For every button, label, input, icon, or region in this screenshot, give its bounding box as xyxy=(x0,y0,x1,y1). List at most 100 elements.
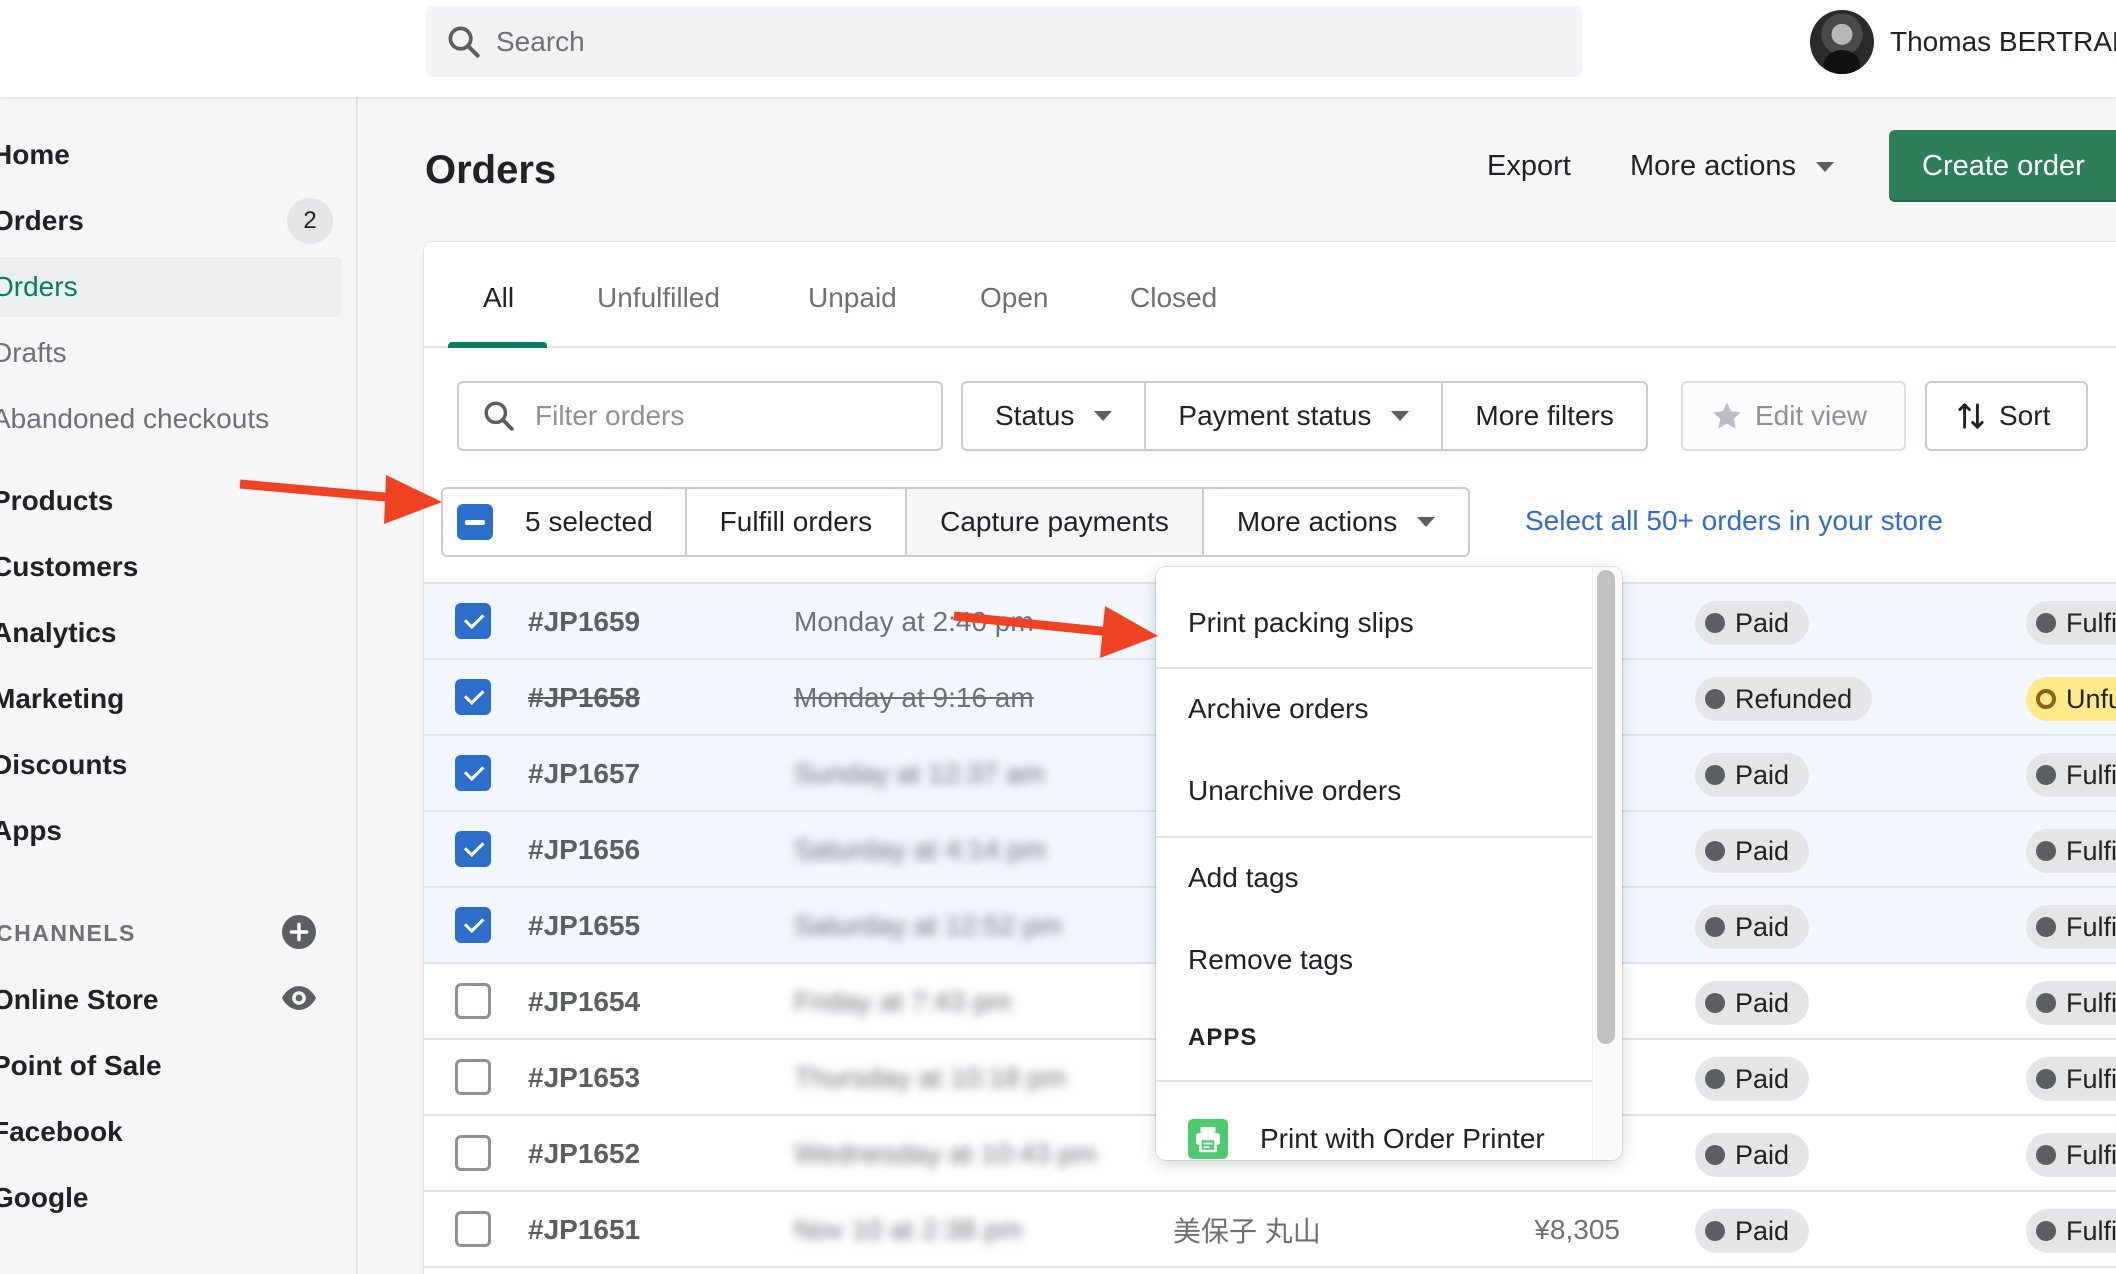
order-number[interactable]: #JP1658 xyxy=(528,660,640,736)
top-bar: Search Thomas BERTRAND xyxy=(0,0,2116,97)
order-number[interactable]: #JP1652 xyxy=(528,1116,640,1192)
global-search-input[interactable]: Search xyxy=(426,6,1582,77)
row-checkbox[interactable] xyxy=(455,831,491,867)
menu-item-label: Print with Order Printer xyxy=(1260,1123,1545,1154)
user-avatar[interactable] xyxy=(1810,10,1874,74)
menu-item-print-packing-slips[interactable]: Print packing slips xyxy=(1156,583,1592,663)
menu-item-print-with-order-printer[interactable]: Print with Order Printer xyxy=(1156,1099,1592,1160)
payment-status-badge: Paid xyxy=(1695,829,1810,873)
order-number[interactable]: #JP1656 xyxy=(528,812,640,888)
status-dot-icon xyxy=(1705,613,1725,633)
edit-view-button[interactable]: Edit view xyxy=(1681,381,1906,451)
sidebar-subitem-orders[interactable]: Orders xyxy=(0,257,342,317)
tab-unpaid[interactable]: Unpaid xyxy=(808,282,897,314)
tab-closed[interactable]: Closed xyxy=(1130,282,1217,314)
sidebar-channel-point-of-sale[interactable]: Point of Sale xyxy=(0,1036,342,1096)
bulk-more-actions-button[interactable]: More actions xyxy=(1204,489,1468,555)
menu-item-add-tags[interactable]: Add tags xyxy=(1156,838,1592,918)
create-order-button[interactable]: Create order xyxy=(1889,130,2116,202)
row-checkbox[interactable] xyxy=(455,1135,491,1171)
tab-all[interactable]: All xyxy=(483,282,514,314)
table-bottom-border xyxy=(424,1266,2116,1268)
order-number[interactable]: #JP1654 xyxy=(528,964,640,1040)
row-checkbox[interactable] xyxy=(455,1059,491,1095)
sidebar-item-label: Facebook xyxy=(0,1116,123,1147)
fulfillment-status-label: Fulfilled xyxy=(2066,1139,2116,1170)
sidebar-item-label: Home xyxy=(0,139,70,170)
more-actions-menu: Print packing slips Archive orders Unarc… xyxy=(1156,567,1622,1160)
fulfillment-status-badge: Fulfilled xyxy=(2026,1133,2116,1177)
indeterminate-checkbox[interactable] xyxy=(457,504,493,540)
filter-orders-placeholder: Filter orders xyxy=(535,400,685,431)
sidebar-subitem-abandoned-checkouts[interactable]: Abandoned checkouts xyxy=(0,389,342,449)
sidebar-item-analytics[interactable]: Analytics xyxy=(0,603,342,663)
sidebar-item-apps[interactable]: Apps xyxy=(0,801,342,861)
more-filters-button[interactable]: More filters xyxy=(1443,383,1645,449)
sidebar-item-label: Customers xyxy=(0,551,139,582)
fulfillment-status-label: Fulfilled xyxy=(2066,1215,2116,1246)
order-number[interactable]: #JP1651 xyxy=(528,1192,640,1268)
row-checkbox[interactable] xyxy=(455,603,491,639)
edit-view-label: Edit view xyxy=(1755,400,1868,431)
row-checkbox[interactable] xyxy=(455,679,491,715)
payment-status-badge: Paid xyxy=(1695,905,1810,949)
sidebar-item-customers[interactable]: Customers xyxy=(0,537,342,597)
fulfillment-status-label: Fulfilled xyxy=(2066,759,2116,790)
payment-status-filter-button[interactable]: Payment status xyxy=(1146,383,1444,449)
sidebar-item-label: Abandoned checkouts xyxy=(0,403,270,434)
channels-heading: CHANNELS xyxy=(0,920,136,946)
sidebar-item-home[interactable]: Home xyxy=(0,125,342,185)
status-dot-icon xyxy=(2036,613,2056,633)
add-channel-icon[interactable] xyxy=(282,915,316,949)
sidebar-channel-facebook[interactable]: Facebook xyxy=(0,1102,342,1162)
sidebar-item-marketing[interactable]: Marketing xyxy=(0,669,342,729)
row-checkbox[interactable] xyxy=(455,755,491,791)
caret-down-icon xyxy=(1816,161,1835,172)
order-number[interactable]: #JP1655 xyxy=(528,888,640,964)
row-checkbox[interactable] xyxy=(455,983,491,1019)
capture-payments-button[interactable]: Capture payments xyxy=(907,489,1204,555)
row-checkbox[interactable] xyxy=(455,907,491,943)
filter-orders-input[interactable]: Filter orders xyxy=(457,381,943,451)
sidebar-item-orders[interactable]: Orders 2 xyxy=(0,191,342,251)
menu-scrollbar[interactable] xyxy=(1597,570,1615,1044)
sidebar-item-label: Discounts xyxy=(0,749,128,780)
sidebar-item-label: Online Store xyxy=(0,984,159,1015)
payment-status-badge: Paid xyxy=(1695,601,1810,645)
fulfillment-status-label: Fulfilled xyxy=(2066,835,2116,866)
view-store-eye-icon[interactable] xyxy=(282,981,316,1015)
payment-status-badge: Paid xyxy=(1695,753,1810,797)
bulk-select-toggle[interactable]: 5 selected xyxy=(443,489,687,555)
payment-status-label: Paid xyxy=(1735,1215,1790,1246)
row-checkbox[interactable] xyxy=(455,1211,491,1247)
tab-open[interactable]: Open xyxy=(980,282,1049,314)
order-number[interactable]: #JP1659 xyxy=(528,584,640,660)
fulfillment-status-badge: Fulfilled xyxy=(2026,1057,2116,1101)
order-tabs: All Unfulfilled Unpaid Open Closed xyxy=(424,242,2116,348)
sort-button[interactable]: Sort xyxy=(1925,381,2088,451)
sidebar-subitem-drafts[interactable]: Drafts xyxy=(0,323,342,383)
menu-apps-heading: APPS xyxy=(1188,1024,1258,1051)
sidebar-channel-google[interactable]: Google xyxy=(0,1168,342,1228)
menu-item-unarchive-orders[interactable]: Unarchive orders xyxy=(1156,751,1592,831)
select-all-orders-link[interactable]: Select all 50+ orders in your store xyxy=(1525,505,1943,537)
fulfill-orders-button[interactable]: Fulfill orders xyxy=(687,489,908,555)
printer-icon xyxy=(1188,1119,1228,1159)
user-name[interactable]: Thomas BERTRAND xyxy=(1890,26,2116,58)
order-number[interactable]: #JP1653 xyxy=(528,1040,640,1116)
export-button[interactable]: Export xyxy=(1487,150,1571,183)
sidebar-item-discounts[interactable]: Discounts xyxy=(0,735,342,795)
status-dot-icon xyxy=(2036,1221,2056,1241)
sidebar-item-label: Marketing xyxy=(0,683,125,714)
menu-item-archive-orders[interactable]: Archive orders xyxy=(1156,669,1592,749)
payment-status-badge: Paid xyxy=(1695,1209,1810,1253)
order-number[interactable]: #JP1657 xyxy=(528,736,640,812)
status-filter-button[interactable]: Status xyxy=(963,383,1147,449)
payment-status-label: Paid xyxy=(1735,759,1790,790)
status-dot-icon xyxy=(1705,765,1725,785)
table-row[interactable]: #JP1651 Nov 10 at 2:38 pm 美保子 丸山 ¥8,305 Paid… xyxy=(424,1190,2116,1266)
tab-unfulfilled[interactable]: Unfulfilled xyxy=(597,282,720,314)
fulfillment-status-badge: Fulfilled xyxy=(2026,601,2116,645)
menu-item-remove-tags[interactable]: Remove tags xyxy=(1156,920,1592,1000)
page-more-actions-button[interactable]: More actions xyxy=(1630,150,1835,183)
